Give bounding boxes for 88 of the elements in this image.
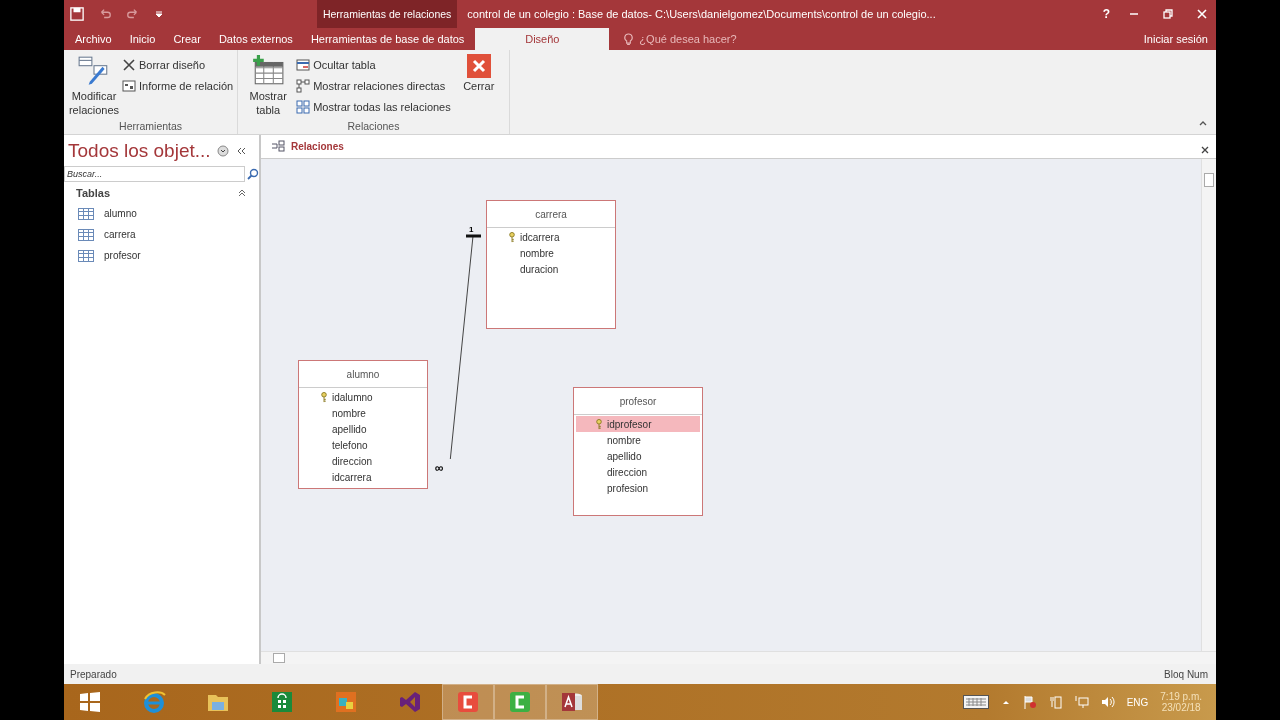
relationships-icon <box>271 139 285 153</box>
one-label: 1 <box>469 225 474 234</box>
app-icon <box>508 690 532 714</box>
taskbar-button[interactable] <box>546 684 598 720</box>
field-row[interactable]: apellido <box>576 448 700 464</box>
group-label: Relaciones <box>346 120 401 132</box>
browser-icon <box>142 690 166 714</box>
infinity-icon <box>398 690 422 714</box>
ribbon-tab[interactable]: Crear <box>164 28 210 50</box>
group-label: Herramientas <box>118 120 184 132</box>
ribbon-button[interactable]: Borrar diseño <box>122 56 234 74</box>
field-row[interactable]: direccion <box>301 453 425 469</box>
vertical-scrollbar[interactable] <box>1201 159 1216 651</box>
status-text: Preparado <box>70 668 117 680</box>
help-button[interactable]: ? <box>1102 7 1110 21</box>
field-row[interactable]: telefono <box>301 437 425 453</box>
ribbon-tab[interactable]: Inicio <box>120 28 165 50</box>
field-row[interactable]: nombre <box>301 405 425 421</box>
context-tab-group: Herramientas de relaciones <box>316 0 458 28</box>
direct-relationships-icon <box>296 79 311 93</box>
table-list-item[interactable]: profesor <box>68 245 257 266</box>
sign-in-link[interactable]: Iniciar sesión <box>1143 28 1216 50</box>
table-box[interactable]: profesor idprofesor nombre apellido direccion profesion <box>573 387 703 516</box>
table-title[interactable]: alumno <box>299 361 427 388</box>
customize-icon[interactable] <box>154 9 164 19</box>
dropdown-icon[interactable] <box>216 145 229 157</box>
save-icon[interactable] <box>70 7 84 21</box>
store-icon <box>270 690 294 714</box>
field-row[interactable]: duracion <box>489 261 613 277</box>
table-box[interactable]: carrera idcarrera nombre duracion <box>486 200 616 329</box>
windows-icon <box>78 690 102 714</box>
close-icon <box>466 54 491 78</box>
field-row[interactable]: idcarrera <box>489 229 613 245</box>
table-title[interactable]: carrera <box>487 201 615 228</box>
taskbar-button[interactable] <box>442 684 494 720</box>
ribbon-button[interactable]: Mostrar todas las relaciones <box>296 98 451 116</box>
tell-me-field[interactable]: ¿Qué desea hacer? <box>634 28 762 50</box>
report-icon <box>122 79 136 93</box>
search-icon[interactable] <box>247 168 259 180</box>
many-label: ∞ <box>435 462 444 474</box>
taskbar-button[interactable] <box>494 684 546 720</box>
restore-icon[interactable] <box>1162 8 1174 20</box>
status-indicator: Bloq Num <box>1164 668 1208 680</box>
ribbon-button[interactable]: Modificar relaciones <box>68 54 120 120</box>
collapse-icon[interactable] <box>237 188 247 198</box>
all-relationships-icon <box>296 100 311 114</box>
field-row[interactable]: direccion <box>576 464 700 480</box>
table-icon <box>78 207 94 220</box>
window-title: control de un colegio : Base de datos- C:\Users\danielgomez\Documents\control de un colegio... <box>467 8 936 20</box>
horizontal-scrollbar[interactable] <box>261 651 1216 664</box>
field-row[interactable]: apellido <box>301 421 425 437</box>
flag-icon[interactable] <box>1022 695 1037 709</box>
undo-icon[interactable] <box>98 7 112 21</box>
table-list-item[interactable]: alumno <box>68 203 257 224</box>
field-row[interactable]: profesion <box>576 480 700 496</box>
ribbon-tab[interactable]: Herramientas de base de datos <box>301 28 474 50</box>
keyboard-icon[interactable] <box>962 695 989 709</box>
lightbulb-icon <box>623 32 635 46</box>
ribbon-button[interactable]: Mostrar tabla <box>242 54 295 120</box>
pane-title[interactable]: Todos los objet... <box>68 140 211 162</box>
hide-table-icon <box>296 58 311 72</box>
field-row[interactable]: nombre <box>576 432 700 448</box>
table-title[interactable]: profesor <box>574 388 702 415</box>
table-icon <box>78 249 94 262</box>
group-header[interactable]: Tablas <box>76 187 111 199</box>
ribbon-button[interactable]: Mostrar relaciones directas <box>296 77 451 95</box>
ribbon-button[interactable]: Ocultar tabla <box>296 56 451 74</box>
ribbon-tab[interactable]: Archivo <box>66 28 121 50</box>
table-box[interactable]: alumno idalumno nombre apellido telefono direccion idcarrera <box>298 360 428 489</box>
field-row[interactable]: nombre <box>489 245 613 261</box>
ribbon-button[interactable]: Informe de relación <box>122 77 234 95</box>
search-field[interactable]: Buscar... <box>64 166 245 182</box>
close-icon[interactable] <box>1200 145 1210 155</box>
app-icon <box>456 690 480 714</box>
ribbon-tab[interactable]: Diseño <box>475 28 610 50</box>
ribbon-tab[interactable]: Datos externos <box>209 28 302 50</box>
database-app-icon <box>560 690 584 714</box>
x-icon <box>122 58 136 72</box>
network-icon[interactable] <box>1074 695 1089 709</box>
table-list-item[interactable]: carrera <box>68 224 257 245</box>
redo-icon[interactable] <box>126 7 140 21</box>
app-icon <box>334 690 358 714</box>
field-row[interactable]: idcarrera <box>301 469 425 485</box>
speaker-icon[interactable] <box>1100 695 1115 709</box>
ribbon-button[interactable]: Cerrar <box>452 54 505 120</box>
table-icon <box>78 228 94 241</box>
field-row[interactable]: idalumno <box>301 389 425 405</box>
field-row[interactable]: idprofesor <box>576 416 700 432</box>
